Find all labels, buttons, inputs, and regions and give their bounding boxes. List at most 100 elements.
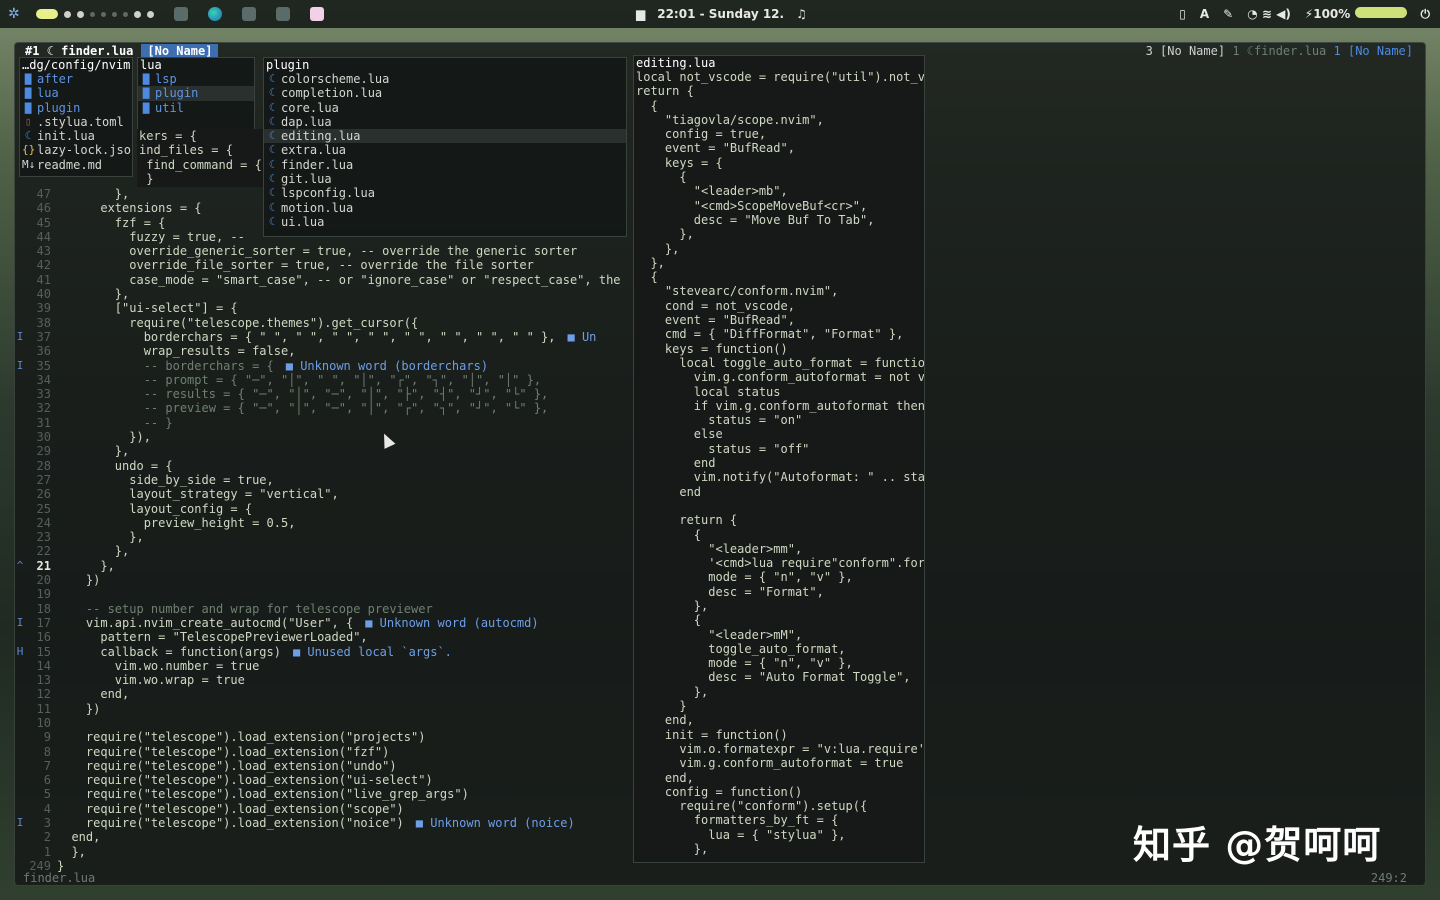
code-line[interactable]: 32 -- preview = { "─", "│", "─", "│", "┌…	[15, 401, 635, 415]
browser-app-icon[interactable]	[207, 7, 222, 21]
finder-folder-item[interactable]: ▇ plugin	[138, 86, 254, 101]
buffer-finder[interactable]: finder.lua	[1254, 44, 1326, 58]
code-line[interactable]: 14 vim.wo.number = true	[15, 659, 635, 673]
workspace-9[interactable]	[146, 10, 154, 18]
finder-folder-item[interactable]: ▇ lsp	[138, 72, 254, 86]
terminal-app-icon[interactable]	[173, 7, 188, 21]
finder-file-item[interactable]: ☾ init.lua	[20, 129, 132, 143]
finder-file-item[interactable]: ☾ finder.lua	[264, 158, 626, 172]
clipboard-icon[interactable]: ▯	[1179, 7, 1186, 21]
code-line[interactable]: 8 require("telescope").load_extension("f…	[15, 745, 635, 759]
code-line[interactable]: I 37 borderchars = { " ", " ", " ", " ", …	[15, 330, 635, 344]
tab-no-name[interactable]: [No Name]	[141, 44, 219, 58]
finder-file-item[interactable]: M↓ readme.md	[20, 158, 132, 172]
code-line[interactable]: 18 -- setup number and wrap for telescop…	[15, 602, 635, 616]
finder-file-item[interactable]: ▯ .stylua.toml	[20, 115, 132, 129]
tab-finder[interactable]: #1 ☾ finder.lua	[21, 44, 137, 58]
code-line[interactable]: 5 require("telescope").load_extension("l…	[15, 787, 635, 801]
file-preview-pane[interactable]: editing.lua local not_vscode = require("…	[633, 55, 925, 863]
workspace-1-active[interactable]	[35, 9, 58, 19]
code-line[interactable]: 19	[15, 587, 635, 601]
code-line[interactable]: 40 },	[15, 287, 635, 301]
code-line[interactable]: 11 })	[15, 702, 635, 716]
code-line[interactable]: 30 }),	[15, 430, 635, 444]
terminal-app-icon-3[interactable]	[275, 7, 290, 21]
finder-file-item[interactable]: ☾ editing.lua	[264, 129, 626, 144]
code-line[interactable]: 9 require("telescope").load_extension("p…	[15, 730, 635, 744]
code-line[interactable]: 38 require("telescope.themes").get_curso…	[15, 316, 635, 330]
finder-file-item[interactable]: ☾ core.lua	[264, 101, 626, 115]
code-line[interactable]: 6 require("telescope").load_extension("u…	[15, 773, 635, 787]
diagnostic-sign	[15, 502, 25, 516]
finder-folder-item[interactable]: ▇ after	[20, 72, 132, 86]
finder-file-item[interactable]: ☾ colorscheme.lua	[264, 72, 626, 86]
code-line[interactable]: 41 case_mode = "smart_case", -- or "igno…	[15, 273, 635, 287]
finder-folder-item[interactable]: ▇ util	[138, 101, 254, 115]
finder-folder-item[interactable]: ▇ plugin	[20, 101, 132, 115]
code-line[interactable]: 7 require("telescope").load_extension("u…	[15, 759, 635, 773]
network-volume-icons[interactable]: ◔ ≋ ◀)	[1247, 7, 1291, 21]
workspace-5[interactable]	[100, 11, 106, 17]
code-line[interactable]: I 17 vim.api.nvim_create_autocmd("User", …	[15, 616, 635, 630]
terminal-window[interactable]: #1 ☾ finder.lua [No Name] 3 [No Name] 1 …	[14, 42, 1426, 886]
workspace-7[interactable]	[122, 11, 128, 17]
launcher-gear-icon[interactable]: ✲	[8, 6, 20, 22]
preview-line: desc = "Format",	[636, 584, 824, 599]
code-line[interactable]: 27 side_by_side = true,	[15, 473, 635, 487]
code-line[interactable]: 13 vim.wo.wrap = true	[15, 673, 635, 687]
finder-item-label: lazy-lock.jso	[37, 143, 131, 158]
code-line[interactable]: I 35 -- borderchars = {■ Unknown word (bo…	[15, 359, 635, 373]
code-line[interactable]: I 3 require("telescope").load_extension("…	[15, 816, 635, 830]
code-line[interactable]: 24 preview_height = 0.5,	[15, 516, 635, 530]
workspace-4[interactable]	[89, 11, 95, 17]
workspace-8[interactable]	[133, 10, 141, 18]
clock-text[interactable]: 22:01 - Sunday 12.	[657, 7, 784, 21]
code-line[interactable]: 42 override_file_sorter = true, -- overr…	[15, 258, 635, 272]
code-line[interactable]: 2 end,	[15, 830, 635, 844]
buffer-no-name[interactable]: [No Name]	[1160, 44, 1225, 58]
code-line[interactable]: 25 layout_config = {	[15, 502, 635, 516]
code-line[interactable]: 22 },	[15, 544, 635, 558]
workspace-6[interactable]	[111, 11, 117, 17]
code-line[interactable]: 28 undo = {	[15, 459, 635, 473]
music-note-icon[interactable]: ♫	[796, 7, 807, 21]
code-line[interactable]: 12 end,	[15, 687, 635, 701]
code-line[interactable]: ^ 21 },	[15, 559, 635, 573]
finder-file-item[interactable]: ☾ dap.lua	[264, 115, 626, 129]
finder-file-item[interactable]: ☾ git.lua	[264, 172, 626, 186]
workspace-3[interactable]	[76, 10, 84, 18]
code-line[interactable]: 10	[15, 716, 635, 730]
terminal-app-icon-2[interactable]	[241, 7, 256, 21]
code-line[interactable]: 33 -- results = { "─", "│", "─", "│", "├…	[15, 387, 635, 401]
code-line[interactable]: H 15 callback = function(args) ■ Unused lo…	[15, 645, 635, 659]
code-line[interactable]: 36 wrap_results = false,	[15, 344, 635, 358]
code-line[interactable]: 29 },	[15, 444, 635, 458]
code-line[interactable]: 31 -- }	[15, 416, 635, 430]
code-line[interactable]: 34 -- prompt = { "─", "│", " ", "│", "┌"…	[15, 373, 635, 387]
finder-file-item[interactable]: ☾ ui.lua	[264, 215, 626, 229]
workspace-2[interactable]	[63, 10, 71, 18]
code-line[interactable]: 249}	[15, 859, 635, 873]
editor-buffer[interactable]: 47 }, 46 extensions = {45 fzf = {44 fuzzy…	[15, 187, 635, 877]
chat-bubble-icon[interactable]: ▆	[636, 7, 645, 21]
finder-folder-item[interactable]: ▇ lua	[20, 86, 132, 100]
code-line[interactable]: 23 },	[15, 530, 635, 544]
finder-file-item[interactable]: ☾ motion.lua	[264, 201, 626, 215]
finder-file-item[interactable]: {} lazy-lock.jso	[20, 143, 132, 157]
code-line[interactable]: 26 layout_strategy = "vertical",	[15, 487, 635, 501]
code-line[interactable]: 43 override_generic_sorter = true, -- ov…	[15, 244, 635, 258]
finder-file-item[interactable]: ☾ completion.lua	[264, 86, 626, 100]
finder-file-item[interactable]: ☾ lspconfig.lua	[264, 186, 626, 200]
battery-status[interactable]: ⚡100%	[1305, 7, 1407, 21]
code-line[interactable]: 1 },	[15, 845, 635, 859]
code-line[interactable]: 4 require("telescope").load_extension("s…	[15, 802, 635, 816]
code-line[interactable]: 16 pattern = "TelescopePreviewerLoaded",	[15, 630, 635, 644]
notes-app-icon[interactable]	[309, 7, 324, 21]
power-icon[interactable]: ⏻	[1421, 7, 1431, 22]
code-line[interactable]: 39 ["ui-select"] = {	[15, 301, 635, 315]
input-method-indicator[interactable]: A	[1200, 7, 1209, 21]
finder-file-item[interactable]: ☾ extra.lua	[264, 143, 626, 157]
color-picker-icon[interactable]: ✎	[1223, 7, 1233, 21]
buffer-no-name-blue[interactable]: [No Name]	[1348, 44, 1413, 58]
code-line[interactable]: 20 })	[15, 573, 635, 587]
